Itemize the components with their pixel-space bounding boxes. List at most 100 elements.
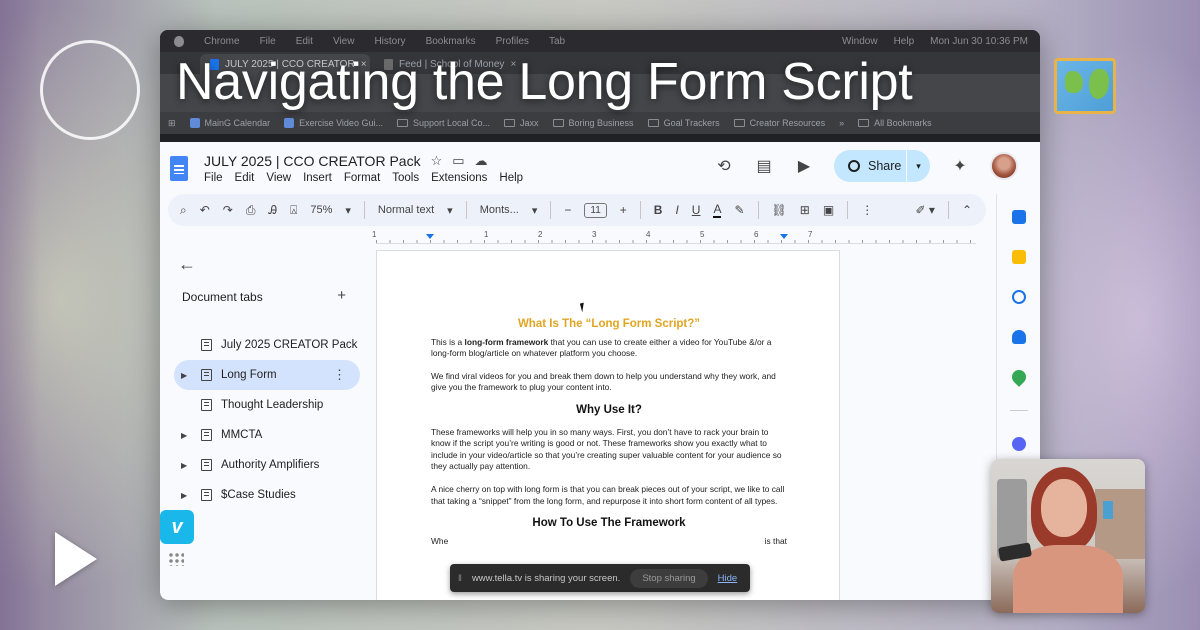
- apps-grid-icon[interactable]: ⊞: [168, 118, 176, 129]
- docs-toolbar: ⌕ ↶ ↷ ⎙ Ꭿ ⍓ 75% ▾ Normal text ▾ Monts...…: [168, 194, 986, 226]
- insert-image-icon[interactable]: ▣: [823, 203, 834, 217]
- bold-button[interactable]: B: [654, 203, 663, 217]
- expand-icon[interactable]: ▶: [181, 371, 193, 380]
- menubar-item-chrome[interactable]: Chrome: [204, 36, 240, 47]
- menubar-item-view[interactable]: View: [333, 36, 355, 47]
- doc-tab-mmcta[interactable]: ▶ MMCTA: [174, 420, 360, 450]
- back-arrow-icon[interactable]: ←: [178, 254, 196, 275]
- menu-edit[interactable]: Edit: [235, 172, 255, 184]
- menubar-item-profiles[interactable]: Profiles: [496, 36, 529, 47]
- comment-icon[interactable]: ▤: [754, 156, 774, 176]
- document-page[interactable]: What Is The “Long Form Script?” This is …: [376, 250, 840, 600]
- folder-icon: [733, 119, 745, 127]
- gemini-icon[interactable]: ✦: [950, 156, 970, 176]
- underline-button[interactable]: U: [692, 203, 701, 217]
- menu-help[interactable]: Help: [499, 172, 523, 184]
- keep-icon[interactable]: [1011, 250, 1026, 264]
- decrease-font-icon[interactable]: −: [564, 203, 571, 217]
- expand-icon[interactable]: ▶: [181, 461, 193, 470]
- drag-handle-icon[interactable]: ‖: [458, 573, 462, 584]
- undo-icon[interactable]: ↶: [200, 203, 210, 217]
- google-docs: JULY 2025 | CCO CREATOR Pack ☆ ▭ ☁ File …: [160, 142, 1040, 600]
- bookmark-folder[interactable]: Boring Business: [552, 118, 634, 128]
- zoom-select[interactable]: 75%: [310, 204, 332, 216]
- spellcheck-icon[interactable]: Ꭿ: [268, 203, 277, 218]
- addon-icon[interactable]: [1011, 437, 1026, 451]
- editing-mode-icon[interactable]: ✐ ▾: [916, 203, 935, 217]
- expand-icon[interactable]: ▶: [181, 431, 193, 440]
- highlight-icon[interactable]: ✎: [734, 203, 744, 217]
- folder-icon: [858, 119, 870, 127]
- doc-tab-authority-amplifiers[interactable]: ▶ Authority Amplifiers: [174, 450, 360, 480]
- bookmark-item[interactable]: MainG Calendar: [189, 118, 270, 128]
- ruler[interactable]: 1 1 2 3 4 5 6 7: [372, 230, 976, 244]
- menubar-item-window[interactable]: Window: [842, 36, 878, 47]
- calendar-icon[interactable]: [1011, 210, 1026, 224]
- hide-sharing-bar-link[interactable]: Hide: [718, 573, 738, 584]
- increase-font-icon[interactable]: +: [620, 203, 627, 217]
- cloud-icon[interactable]: ☁: [475, 153, 488, 169]
- docs-logo-icon[interactable]: [170, 155, 188, 181]
- doc-tab-icon: [201, 369, 212, 381]
- add-tab-icon[interactable]: +: [337, 288, 346, 304]
- tasks-icon[interactable]: [1011, 290, 1026, 304]
- menubar-item-tab[interactable]: Tab: [549, 36, 565, 47]
- doc-tab-case-studies[interactable]: ▶ $Case Studies: [174, 480, 360, 510]
- vimeo-icon[interactable]: v: [160, 510, 194, 544]
- menu-view[interactable]: View: [266, 172, 291, 184]
- maps-icon[interactable]: [1008, 367, 1029, 387]
- contacts-icon[interactable]: [1011, 330, 1026, 344]
- menu-extensions[interactable]: Extensions: [431, 172, 487, 184]
- menubar-item-edit[interactable]: Edit: [296, 36, 313, 47]
- more-bookmarks-icon[interactable]: »: [839, 118, 844, 128]
- menubar-item-history[interactable]: History: [374, 36, 405, 47]
- document-title[interactable]: JULY 2025 | CCO CREATOR Pack: [204, 153, 421, 169]
- menu-format[interactable]: Format: [344, 172, 380, 184]
- stop-sharing-button[interactable]: Stop sharing: [630, 568, 708, 588]
- chevron-down-icon[interactable]: ▾: [906, 150, 930, 182]
- document-body: What Is The “Long Form Script?” This is …: [431, 318, 787, 558]
- play-icon[interactable]: [55, 532, 97, 586]
- doc-tab-thought-leadership[interactable]: Thought Leadership: [174, 390, 360, 420]
- more-options-icon[interactable]: ⋮: [333, 367, 346, 383]
- menubar-item-file[interactable]: File: [260, 36, 276, 47]
- search-icon[interactable]: ⌕: [180, 203, 187, 218]
- menu-tools[interactable]: Tools: [392, 172, 419, 184]
- record-circle-button[interactable]: [40, 40, 140, 140]
- font-size-input[interactable]: 11: [584, 202, 607, 218]
- bookmark-folder[interactable]: Goal Trackers: [647, 118, 720, 128]
- history-icon[interactable]: ⟲: [714, 156, 734, 176]
- menubar-item-help[interactable]: Help: [894, 36, 915, 47]
- link-icon[interactable]: ⛓: [772, 203, 787, 217]
- italic-button[interactable]: I: [675, 203, 678, 217]
- all-bookmarks-folder[interactable]: All Bookmarks: [858, 118, 932, 128]
- print-icon[interactable]: ⎙: [246, 203, 256, 218]
- menu-insert[interactable]: Insert: [303, 172, 332, 184]
- font-select[interactable]: Monts...: [480, 204, 519, 216]
- bookmark-item[interactable]: Exercise Video Gui...: [284, 118, 383, 128]
- bookmark-folder[interactable]: Creator Resources: [733, 118, 825, 128]
- share-button[interactable]: Share ▾: [834, 150, 930, 182]
- more-options-icon[interactable]: ⋮: [861, 203, 873, 217]
- text-color-button[interactable]: A: [713, 202, 722, 218]
- menubar-item-bookmarks[interactable]: Bookmarks: [426, 36, 476, 47]
- avatar[interactable]: [990, 152, 1018, 180]
- add-comment-icon[interactable]: ⊞: [800, 203, 810, 217]
- star-icon[interactable]: ☆: [431, 153, 443, 169]
- paint-format-icon[interactable]: ⍓: [290, 203, 297, 218]
- menu-file[interactable]: File: [204, 172, 223, 184]
- globe-icon: [848, 160, 860, 172]
- apple-icon[interactable]: [174, 35, 184, 47]
- bookmark-folder[interactable]: Jaxx: [504, 118, 539, 128]
- bookmark-folder[interactable]: Support Local Co...: [396, 118, 490, 128]
- folder-move-icon[interactable]: ▭: [452, 153, 464, 169]
- style-select[interactable]: Normal text: [378, 204, 434, 216]
- doc-tab-july-2025-creator-pack[interactable]: July 2025 CREATOR Pack: [174, 330, 360, 360]
- redo-icon[interactable]: ↷: [223, 203, 233, 217]
- doc-tab-long-form[interactable]: ▶ Long Form ⋮: [174, 360, 360, 390]
- folder-icon: [504, 119, 515, 127]
- document-tabs-sidebar: ← Document tabs + July 2025 CREATOR Pack…: [160, 246, 375, 600]
- collapse-toolbar-icon[interactable]: ⌃: [962, 203, 972, 217]
- meet-icon[interactable]: ▶: [794, 156, 814, 176]
- expand-icon[interactable]: ▶: [181, 491, 193, 500]
